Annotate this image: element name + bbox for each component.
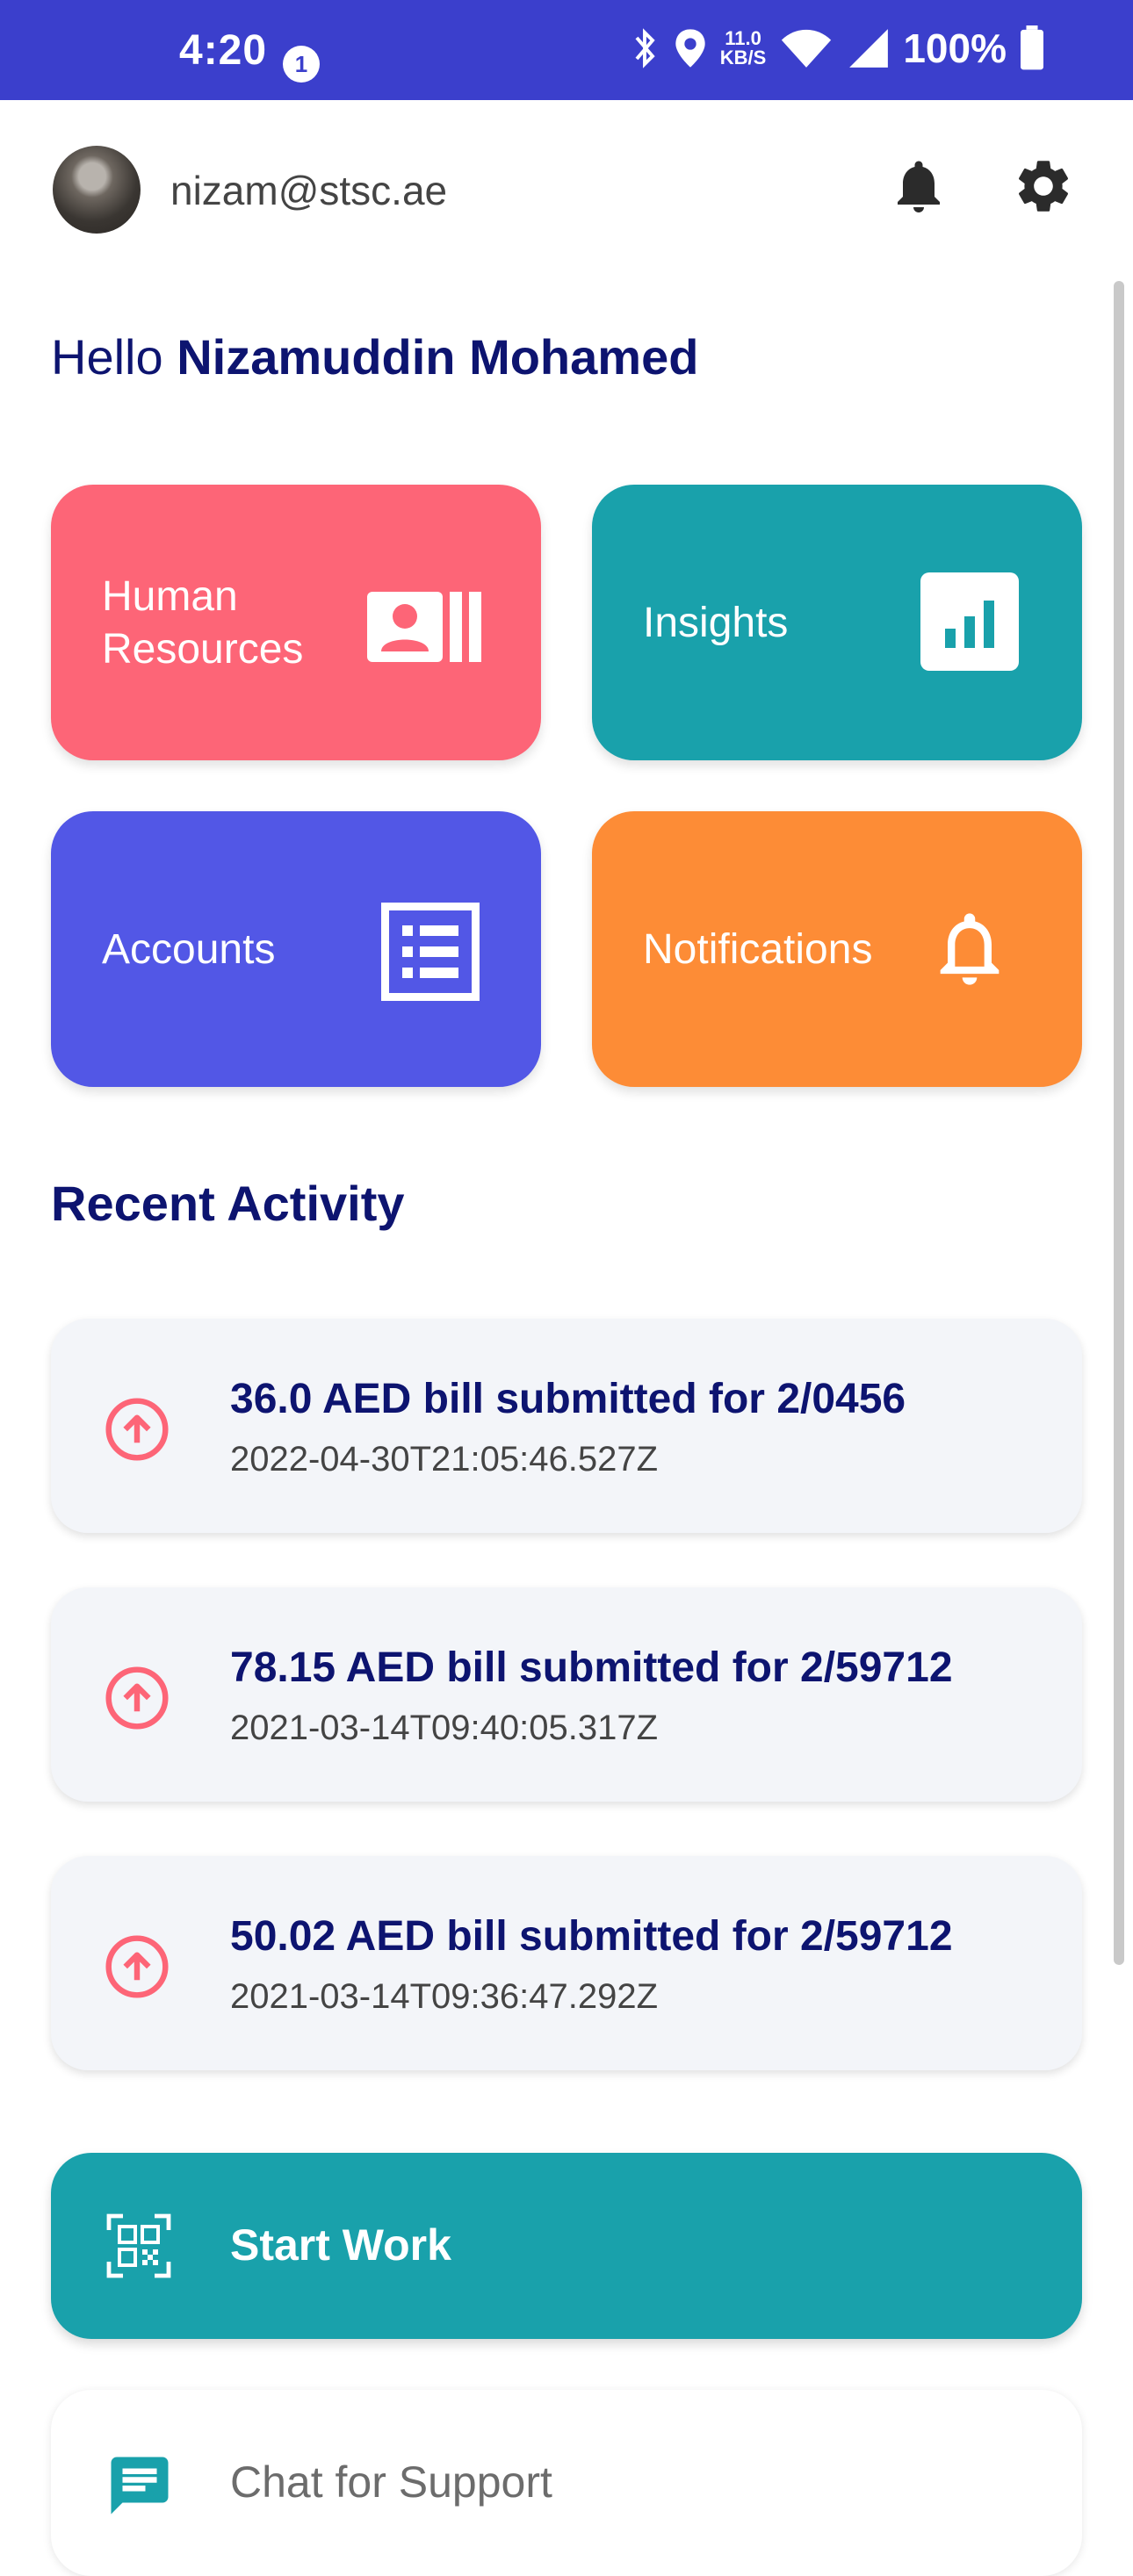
activity-timestamp: 2021-03-14T09:36:47.292Z [230,1977,659,2016]
chat-icon [111,2457,169,2515]
tile-notifications[interactable]: Notifications [592,811,1082,1087]
tile-label: Notifications [643,926,873,973]
avatar[interactable] [53,146,141,234]
user-email: nizam@stsc.ae [170,168,448,213]
scrollbar[interactable] [1114,281,1124,1965]
tile-accounts[interactable]: Accounts [51,811,541,1087]
gear-icon[interactable] [1012,155,1075,218]
network-speed: 11.0 KB/S [719,27,767,68]
greeting: Hello Nizamuddin Mohamed [51,329,699,385]
wifi-icon [782,29,832,68]
qr-scan-icon [106,2213,171,2278]
tile-insights[interactable]: Insights [592,485,1082,760]
upload-arrow-icon [105,1398,169,1461]
activity-card[interactable]: 50.02 AED bill submitted for 2/59712 202… [51,1856,1082,2070]
tile-human-resources[interactable]: Human Resources [51,485,541,760]
signal-icon [849,29,889,68]
battery-icon [1021,25,1043,70]
start-work-label: Start Work [230,2220,451,2270]
upload-arrow-icon [105,1666,169,1730]
activity-title: 50.02 AED bill submitted for 2/59712 [230,1913,953,1960]
activity-title: 36.0 AED bill submitted for 2/0456 [230,1376,906,1422]
tile-label: Accounts [102,926,276,973]
bluetooth-icon [635,28,655,68]
recent-activity-heading: Recent Activity [51,1176,405,1231]
activity-title: 78.15 AED bill submitted for 2/59712 [230,1644,953,1691]
location-icon [675,29,705,68]
tile-label: Insights [643,600,789,646]
start-work-button[interactable]: Start Work [51,2153,1082,2339]
activity-timestamp: 2021-03-14T09:40:05.317Z [230,1709,659,1747]
status-time: 4:20 [179,27,268,74]
status-icons: 11.0 KB/S 100% [629,25,1045,72]
activity-card[interactable]: 78.15 AED bill submitted for 2/59712 202… [51,1587,1082,1802]
chat-support-label: Chat for Support [230,2457,552,2507]
notification-count-badge: 1 [283,46,320,83]
status-bar: 4:20 1 11.0 KB/S 100% [0,0,1133,100]
user-name: Nizamuddin Mohamed [177,329,699,385]
bell-icon[interactable] [887,155,950,218]
tile-label: Human Resources [102,573,304,673]
list-icon [381,903,480,1001]
chat-support-button[interactable]: Chat for Support [51,2390,1082,2576]
battery-level: 100% [903,25,1007,71]
id-card-icon [367,592,481,662]
activity-timestamp: 2022-04-30T21:05:46.527Z [230,1440,659,1479]
chart-icon [920,572,1019,671]
bell-icon [940,913,999,985]
upload-arrow-icon [105,1935,169,1998]
activity-card[interactable]: 36.0 AED bill submitted for 2/0456 2022-… [51,1319,1082,1533]
